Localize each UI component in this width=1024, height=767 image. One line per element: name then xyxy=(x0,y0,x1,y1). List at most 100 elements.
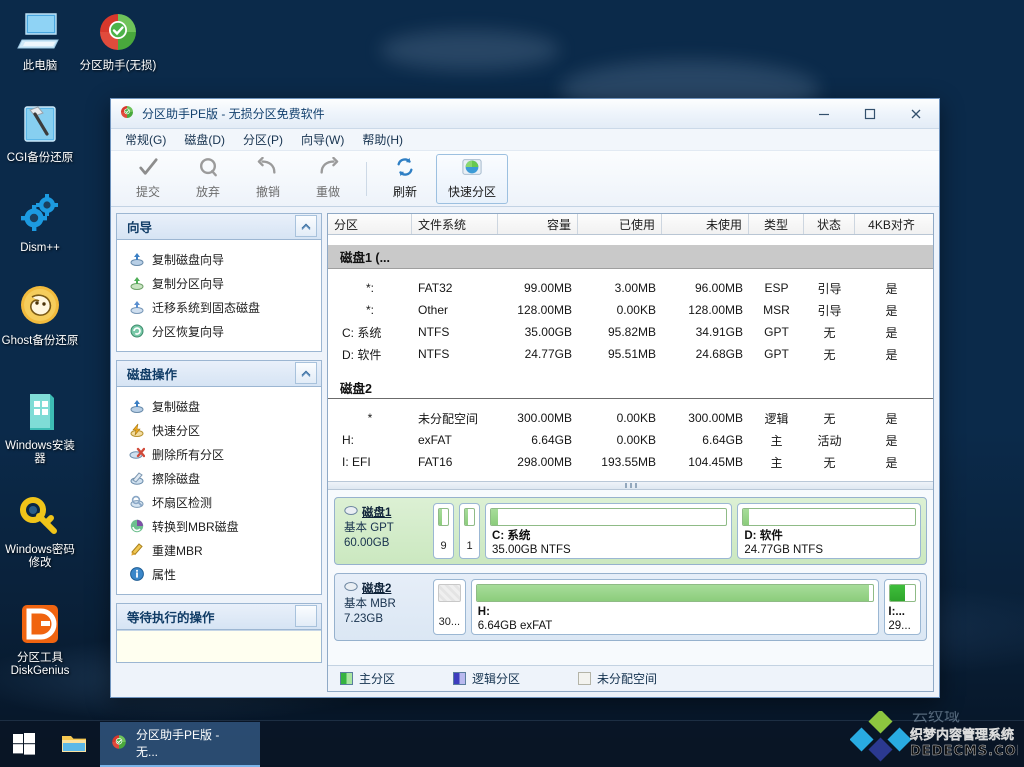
desktop-icon-partition-assistant[interactable]: 分区助手(无损) xyxy=(78,8,158,73)
col-capacity[interactable]: 容量 xyxy=(498,214,578,234)
desktop-icon-this-pc[interactable]: 此电脑 xyxy=(0,8,80,73)
panel-splitter[interactable] xyxy=(328,481,933,490)
disk1-esp-partition[interactable]: 9 xyxy=(433,503,455,559)
recover-partition-icon xyxy=(129,323,145,339)
menu-help[interactable]: 帮助(H) xyxy=(354,129,411,150)
toolbar-quick-partition-button[interactable]: 快速分区 xyxy=(436,153,508,204)
start-button[interactable] xyxy=(0,721,48,767)
desktop-icon-cgi-backup[interactable]: CGI备份还原 xyxy=(0,100,80,165)
close-button[interactable] xyxy=(893,99,939,129)
toolbar-commit-button[interactable]: 提交 xyxy=(119,154,177,204)
pending-operations-list[interactable] xyxy=(117,630,321,662)
toolbar-label: 撤销 xyxy=(255,185,280,199)
toolbar-redo-button[interactable]: 重做 xyxy=(299,154,357,204)
bad-sector-icon xyxy=(129,494,145,510)
cell-type: ESP xyxy=(764,281,789,295)
desktop-icon-label: Windows密码修改 xyxy=(5,544,75,569)
legend-unallocated-label: 未分配空间 xyxy=(597,672,658,686)
partition-sub: 6.64GB exFAT xyxy=(477,620,553,632)
desktop-icon-ghost-backup[interactable]: Ghost备份还原 xyxy=(0,283,80,348)
partition-text: H: 6.64GB exFAT xyxy=(472,602,879,633)
disk-map-area: 磁盘1 基本 GPT 60.00GB 9 1 C: 系统 35.00GB NTF… xyxy=(328,490,933,665)
toolbar-discard-button[interactable]: 放弃 xyxy=(179,154,237,204)
table-row[interactable]: C: 系统 NTFS 35.00GB 95.82MB 34.91GB GPT 无… xyxy=(328,321,933,343)
cell-align: 是 xyxy=(885,281,898,296)
disk1-scheme: 基本 GPT xyxy=(344,522,394,534)
table-row[interactable]: *: Other 128.00MB 0.00KB 128.00MB MSR 引导… xyxy=(328,299,933,321)
col-status[interactable]: 状态 xyxy=(804,214,855,234)
usage-bar xyxy=(889,584,916,602)
disk1-d-partition[interactable]: D: 软件 24.77GB NTFS xyxy=(737,503,921,559)
usage-bar xyxy=(475,584,875,602)
col-type[interactable]: 类型 xyxy=(749,214,804,234)
cell-filesystem: NTFS xyxy=(418,347,450,361)
collapse-toggle-disk-ops[interactable] xyxy=(295,362,317,384)
sidebar-item-quick-partition[interactable]: 快速分区 xyxy=(117,418,321,442)
cell-used: 0.00KB xyxy=(616,411,656,425)
legend-logical-label: 逻辑分区 xyxy=(472,672,521,686)
sidebar-item-convert-to-mbr[interactable]: 转换到MBR磁盘 xyxy=(117,514,321,538)
cell-type: 逻辑 xyxy=(764,411,789,426)
taskbar-item-partition-assistant[interactable]: 分区助手PE版 - 无... xyxy=(100,721,260,767)
sidebar-item-wipe-disk[interactable]: 擦除磁盘 xyxy=(117,466,321,490)
desktop-icon-windows-installer[interactable]: Windows安装器 xyxy=(0,388,80,466)
sidebar-item-rebuild-mbr[interactable]: 重建MBR xyxy=(117,538,321,562)
wizard-panel-header: 向导 xyxy=(117,214,321,240)
menu-general[interactable]: 常规(G) xyxy=(117,129,174,150)
menu-partition[interactable]: 分区(P) xyxy=(235,129,291,150)
sidebar-item-migrate-os[interactable]: 迁移系统到固态磁盘 xyxy=(117,295,321,319)
disk-operations-panel: 磁盘操作 复制磁盘 快速分区 删除所有分区 擦除磁盘 坏扇区检测 转换到MBR磁… xyxy=(116,360,322,595)
collapse-toggle-wizard[interactable] xyxy=(295,215,317,237)
disk1-c-partition[interactable]: C: 系统 35.00GB NTFS xyxy=(485,503,733,559)
table-row[interactable]: * 未分配空间 300.00MB 0.00KB 300.00MB 逻辑 无 是 xyxy=(328,407,933,429)
col-unused[interactable]: 未使用 xyxy=(662,214,749,234)
table-row[interactable]: *: FAT32 99.00MB 3.00MB 96.00MB ESP 引导 是 xyxy=(328,277,933,299)
cell-capacity: 300.00MB xyxy=(517,411,572,425)
cancel-icon xyxy=(197,157,219,180)
maximize-button[interactable] xyxy=(847,99,893,129)
redo-icon xyxy=(317,156,339,180)
disk1-map[interactable]: 磁盘1 基本 GPT 60.00GB 9 1 C: 系统 35.00GB NTF… xyxy=(334,497,927,565)
col-align[interactable]: 4KB对齐 xyxy=(855,214,928,234)
col-partition[interactable]: 分区 xyxy=(328,214,412,234)
col-used[interactable]: 已使用 xyxy=(578,214,662,234)
toolbar-refresh-button[interactable]: 刷新 xyxy=(376,154,434,204)
sidebar-item-properties[interactable]: 属性 xyxy=(117,562,321,586)
table-row[interactable]: I: EFI FAT16 298.00MB 193.55MB 104.45MB … xyxy=(328,451,933,473)
sidebar-item-bad-sector-check[interactable]: 坏扇区检测 xyxy=(117,490,321,514)
disk2-h-partition[interactable]: H: 6.64GB exFAT xyxy=(470,579,880,635)
disk1-msr-partition[interactable]: 1 xyxy=(459,503,481,559)
table-row[interactable]: D: 软件 NTFS 24.77GB 95.51MB 24.68GB GPT 无… xyxy=(328,343,933,365)
collapse-toggle-pending[interactable] xyxy=(295,605,317,627)
partition-table-body[interactable]: 磁盘1 (... *: FAT32 99.00MB 3.00MB 96.00MB… xyxy=(328,235,933,481)
col-filesystem[interactable]: 文件系统 xyxy=(412,214,498,234)
sidebar-item-partition-recovery-wizard[interactable]: 分区恢复向导 xyxy=(117,319,321,343)
desktop-icon-diskgenius[interactable]: 分区工具DiskGenius xyxy=(0,600,80,678)
desktop-icon-windows-password[interactable]: Windows密码修改 xyxy=(0,492,80,570)
sidebar: 向导 复制磁盘向导 复制分区向导 迁移系统到固态磁盘 分区恢复向导 磁盘操作 复… xyxy=(116,213,322,692)
sidebar-item-delete-all-partitions[interactable]: 删除所有分区 xyxy=(117,442,321,466)
menu-wizard[interactable]: 向导(W) xyxy=(293,129,352,150)
menu-disk[interactable]: 磁盘(D) xyxy=(176,129,233,150)
minimize-button[interactable] xyxy=(801,99,847,129)
disk2-unallocated-partition[interactable]: 30... xyxy=(433,579,466,635)
sidebar-item-copy-partition-wizard[interactable]: 复制分区向导 xyxy=(117,271,321,295)
cell-capacity: 35.00GB xyxy=(524,325,572,339)
file-explorer-button[interactable] xyxy=(48,721,100,767)
legend-primary-label: 主分区 xyxy=(359,672,396,686)
sidebar-item-copy-disk-wizard[interactable]: 复制磁盘向导 xyxy=(117,247,321,271)
sidebar-item-copy-disk[interactable]: 复制磁盘 xyxy=(117,394,321,418)
window-title: 分区助手PE版 - 无损分区免费软件 xyxy=(142,107,325,121)
table-row[interactable]: H: exFAT 6.64GB 0.00KB 6.64GB 主 活动 是 xyxy=(328,429,933,451)
table-group-header[interactable]: 磁盘1 (... xyxy=(328,245,933,269)
disk2-map[interactable]: 磁盘2 基本 MBR 7.23GB 30... H: 6.64GB exFAT xyxy=(334,573,927,641)
toolbar-undo-button[interactable]: 撤销 xyxy=(239,154,297,204)
taskbar-app-icon xyxy=(110,733,128,754)
desktop-icon-label: 此电脑 xyxy=(22,60,58,72)
desktop-icon-dism-plus[interactable]: Dism++ xyxy=(0,190,80,255)
table-group-header[interactable]: 磁盘2 xyxy=(328,377,933,399)
partition-size-label: 1 xyxy=(466,540,473,552)
disk2-size: 7.23GB xyxy=(344,613,383,625)
window-title-bar[interactable]: 分区助手PE版 - 无损分区免费软件 xyxy=(111,99,939,129)
disk2-i-partition[interactable]: I:... 29... xyxy=(884,579,921,635)
